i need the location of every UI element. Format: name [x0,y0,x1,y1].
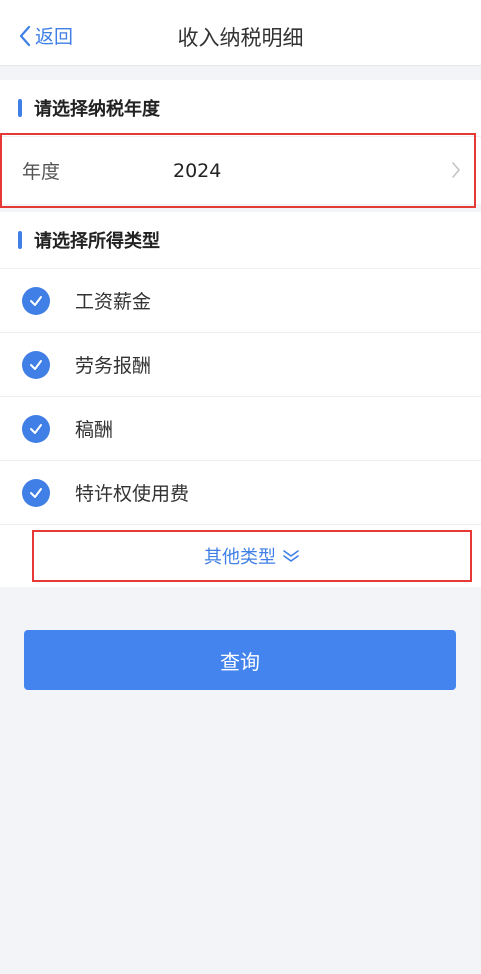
type-item-salary[interactable]: 工资薪金 [0,269,481,333]
type-list: 工资薪金 劳务报酬 稿酬 特许权使用费 [0,268,481,525]
double-chevron-down-icon [283,550,299,562]
year-section-title: 请选择纳税年度 [34,99,160,120]
checkbox-checked-icon[interactable] [22,478,50,507]
section-marker [18,99,22,117]
more-types-row: 其他类型 [0,525,481,587]
more-types-label: 其他类型 [204,547,276,568]
year-section-header: 请选择纳税年度 [0,80,481,136]
type-label: 特许权使用费 [75,483,190,505]
type-label: 劳务报酬 [75,355,152,377]
type-item-royalty-manuscript[interactable]: 稿酬 [0,397,481,461]
year-value: 2024 [173,159,222,182]
year-label: 年度 [22,161,61,183]
more-types-button[interactable]: 其他类型 [32,530,472,582]
section-marker [18,231,22,249]
type-item-franchise-fee[interactable]: 特许权使用费 [0,461,481,525]
type-item-service[interactable]: 劳务报酬 [0,333,481,397]
page-title: 收入纳税明细 [177,26,304,50]
type-section-title: 请选择所得类型 [34,231,160,252]
year-section: 请选择纳税年度 年度 2024 [0,80,481,208]
type-section-header: 请选择所得类型 [0,212,481,268]
query-button[interactable]: 查询 [24,630,456,690]
checkbox-checked-icon[interactable] [22,414,50,443]
nav-bar: 返回 收入纳税明细 [0,0,481,66]
type-label: 工资薪金 [75,291,152,313]
checkbox-checked-icon[interactable] [22,350,50,379]
type-label: 稿酬 [75,419,114,441]
type-section: 请选择所得类型 工资薪金 劳务报酬 稿酬 特许权使用费 其他类型 [0,212,481,587]
year-highlight-box [0,133,476,208]
chevron-right-icon [452,162,460,178]
year-selector[interactable]: 年度 2024 [0,133,481,208]
checkbox-checked-icon[interactable] [22,286,50,315]
